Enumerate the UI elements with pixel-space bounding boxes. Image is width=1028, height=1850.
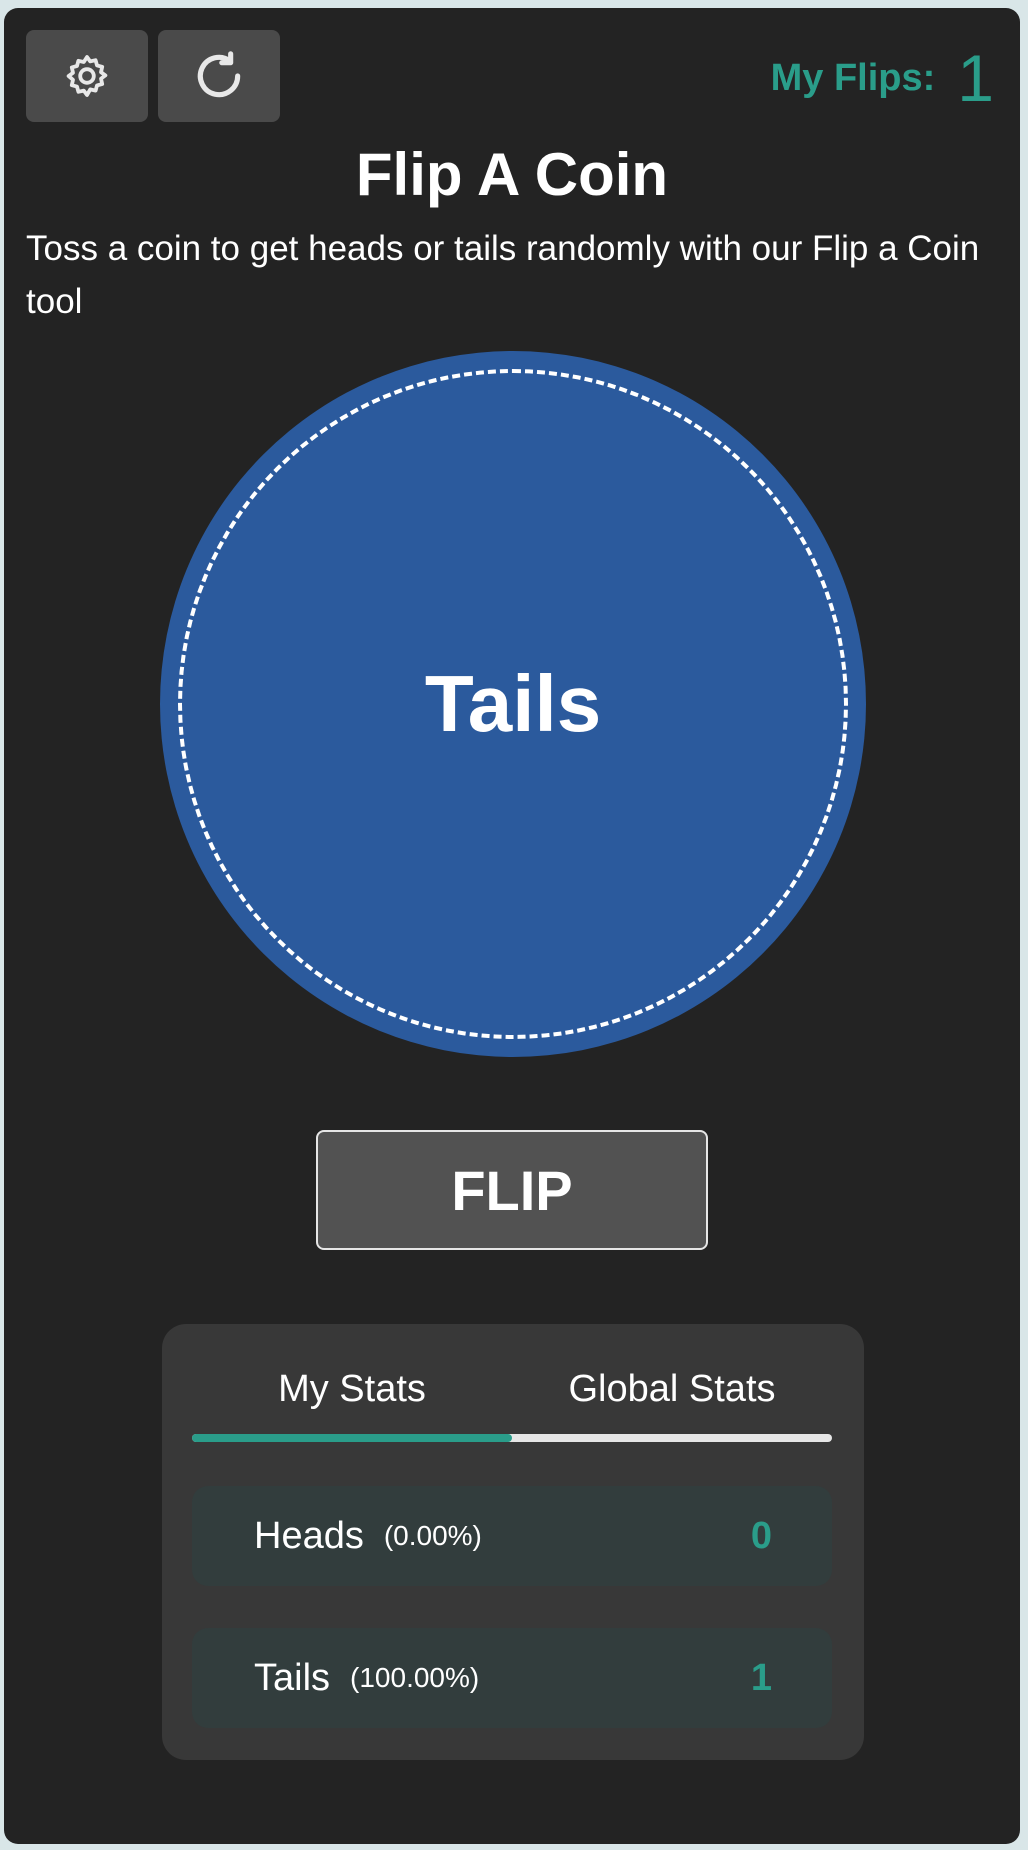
stat-count-heads: 0: [750, 1514, 772, 1557]
flips-count: 1: [957, 41, 994, 115]
stat-count-tails: 1: [750, 1656, 772, 1699]
tab-my-stats[interactable]: My Stats: [192, 1368, 512, 1411]
flip-button[interactable]: FLIP: [316, 1130, 708, 1250]
coin[interactable]: Tails: [160, 351, 866, 1057]
stats-card: My Stats Global Stats Heads (0.00%) 0 Ta…: [162, 1324, 864, 1760]
stat-percent-tails: (100.00%): [350, 1662, 480, 1693]
stat-name-heads: Heads: [254, 1514, 364, 1557]
stat-row-heads: Heads (0.00%) 0: [192, 1486, 832, 1586]
stat-row-tails: Tails (100.00%) 1: [192, 1628, 832, 1728]
app-container: My Flips: 1 Flip A Coin Toss a coin to g…: [4, 8, 1020, 1844]
stat-percent-heads: (0.00%): [383, 1520, 482, 1551]
coin-result: Tails: [424, 659, 602, 748]
reset-button[interactable]: [158, 30, 280, 122]
tab-track: [192, 1434, 832, 1442]
tab-active-indicator: [192, 1434, 512, 1442]
settings-button[interactable]: [26, 30, 148, 122]
page-subtitle: Toss a coin to get heads or tails random…: [26, 229, 980, 321]
stat-name-tails: Tails: [254, 1656, 331, 1699]
tab-global-stats[interactable]: Global Stats: [512, 1368, 832, 1411]
flips-counter: My Flips: 1: [771, 38, 994, 118]
gear-icon: [66, 55, 108, 97]
page-title: Flip A Coin: [355, 141, 669, 208]
refresh-icon: [197, 51, 241, 98]
flips-label: My Flips:: [770, 56, 936, 99]
